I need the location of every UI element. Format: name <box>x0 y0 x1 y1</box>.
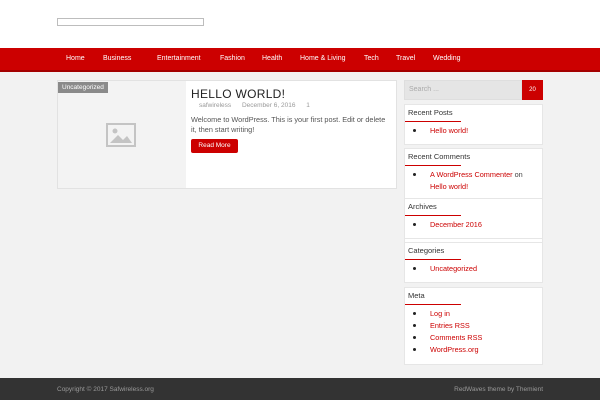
comment-on-text: on <box>514 170 523 179</box>
post-excerpt: Welcome to WordPress. This is your first… <box>191 115 386 134</box>
main-navigation: Home Business Entertainment Fashion Heal… <box>0 48 600 72</box>
post-card: Uncategorized HELLO WORLD! safwireless D… <box>57 80 397 189</box>
post-meta: safwireless December 6, 2016 1 <box>199 102 319 109</box>
nav-item-tech[interactable]: Tech <box>364 48 379 70</box>
widget-title: Meta <box>405 288 542 305</box>
meta-entries-rss-link[interactable]: Entries RSS <box>409 320 542 332</box>
post-title[interactable]: HELLO WORLD! <box>191 87 285 101</box>
site-footer: Copyright © 2017 Safwireless.org RedWave… <box>0 378 600 400</box>
nav-item-wedding[interactable]: Wedding <box>433 48 461 70</box>
nav-item-home-living[interactable]: Home & Living <box>300 48 346 70</box>
read-more-button[interactable]: Read More <box>191 139 238 153</box>
nav-item-home[interactable]: Home <box>66 48 85 70</box>
widget-recent-posts: Recent Posts Hello world! <box>404 104 543 145</box>
footer-copyright: Copyright © 2017 Safwireless.org <box>57 386 154 393</box>
search-form: Search ... 20 <box>404 80 543 100</box>
post-thumbnail[interactable]: Uncategorized <box>58 81 186 188</box>
nav-item-travel[interactable]: Travel <box>396 48 415 70</box>
widget-categories: Categories Uncategorized <box>404 242 543 283</box>
image-placeholder-icon <box>106 123 136 147</box>
meta-comments-rss-link[interactable]: Comments RSS <box>409 332 542 344</box>
nav-item-entertainment[interactable]: Entertainment <box>157 48 201 70</box>
widget-archives: Archives December 2016 <box>404 198 543 239</box>
search-input[interactable]: Search ... <box>404 80 522 100</box>
widget-title: Archives <box>405 199 542 216</box>
category-badge[interactable]: Uncategorized <box>58 82 108 93</box>
meta-wordpress-link[interactable]: WordPress.org <box>409 344 542 356</box>
recent-comment-item: A WordPress Commenter on Hello world! <box>409 169 542 193</box>
nav-item-business[interactable]: Business <box>103 48 131 70</box>
recent-post-link[interactable]: Hello world! <box>409 125 542 137</box>
post-comment-count[interactable]: 1 <box>306 102 310 109</box>
footer-theme-credit[interactable]: RedWaves theme by Themient <box>454 386 543 393</box>
widget-title: Recent Posts <box>405 105 542 122</box>
comment-post-link[interactable]: Hello world! <box>430 182 468 191</box>
widget-title: Recent Comments <box>405 149 542 166</box>
meta-login-link[interactable]: Log in <box>409 308 542 320</box>
post-date: December 6, 2016 <box>241 102 296 109</box>
nav-item-fashion[interactable]: Fashion <box>220 48 245 70</box>
post-author[interactable]: safwireless <box>199 102 231 109</box>
site-logo[interactable] <box>57 18 204 26</box>
comment-author-link[interactable]: A WordPress Commenter <box>430 170 513 179</box>
search-button[interactable]: 20 <box>522 80 543 100</box>
widget-title: Categories <box>405 243 542 260</box>
widget-meta: Meta Log in Entries RSS Comments RSS Wor… <box>404 287 543 365</box>
nav-item-health[interactable]: Health <box>262 48 282 70</box>
archive-link[interactable]: December 2016 <box>409 219 542 231</box>
category-link[interactable]: Uncategorized <box>409 263 542 275</box>
site-header <box>0 0 600 48</box>
